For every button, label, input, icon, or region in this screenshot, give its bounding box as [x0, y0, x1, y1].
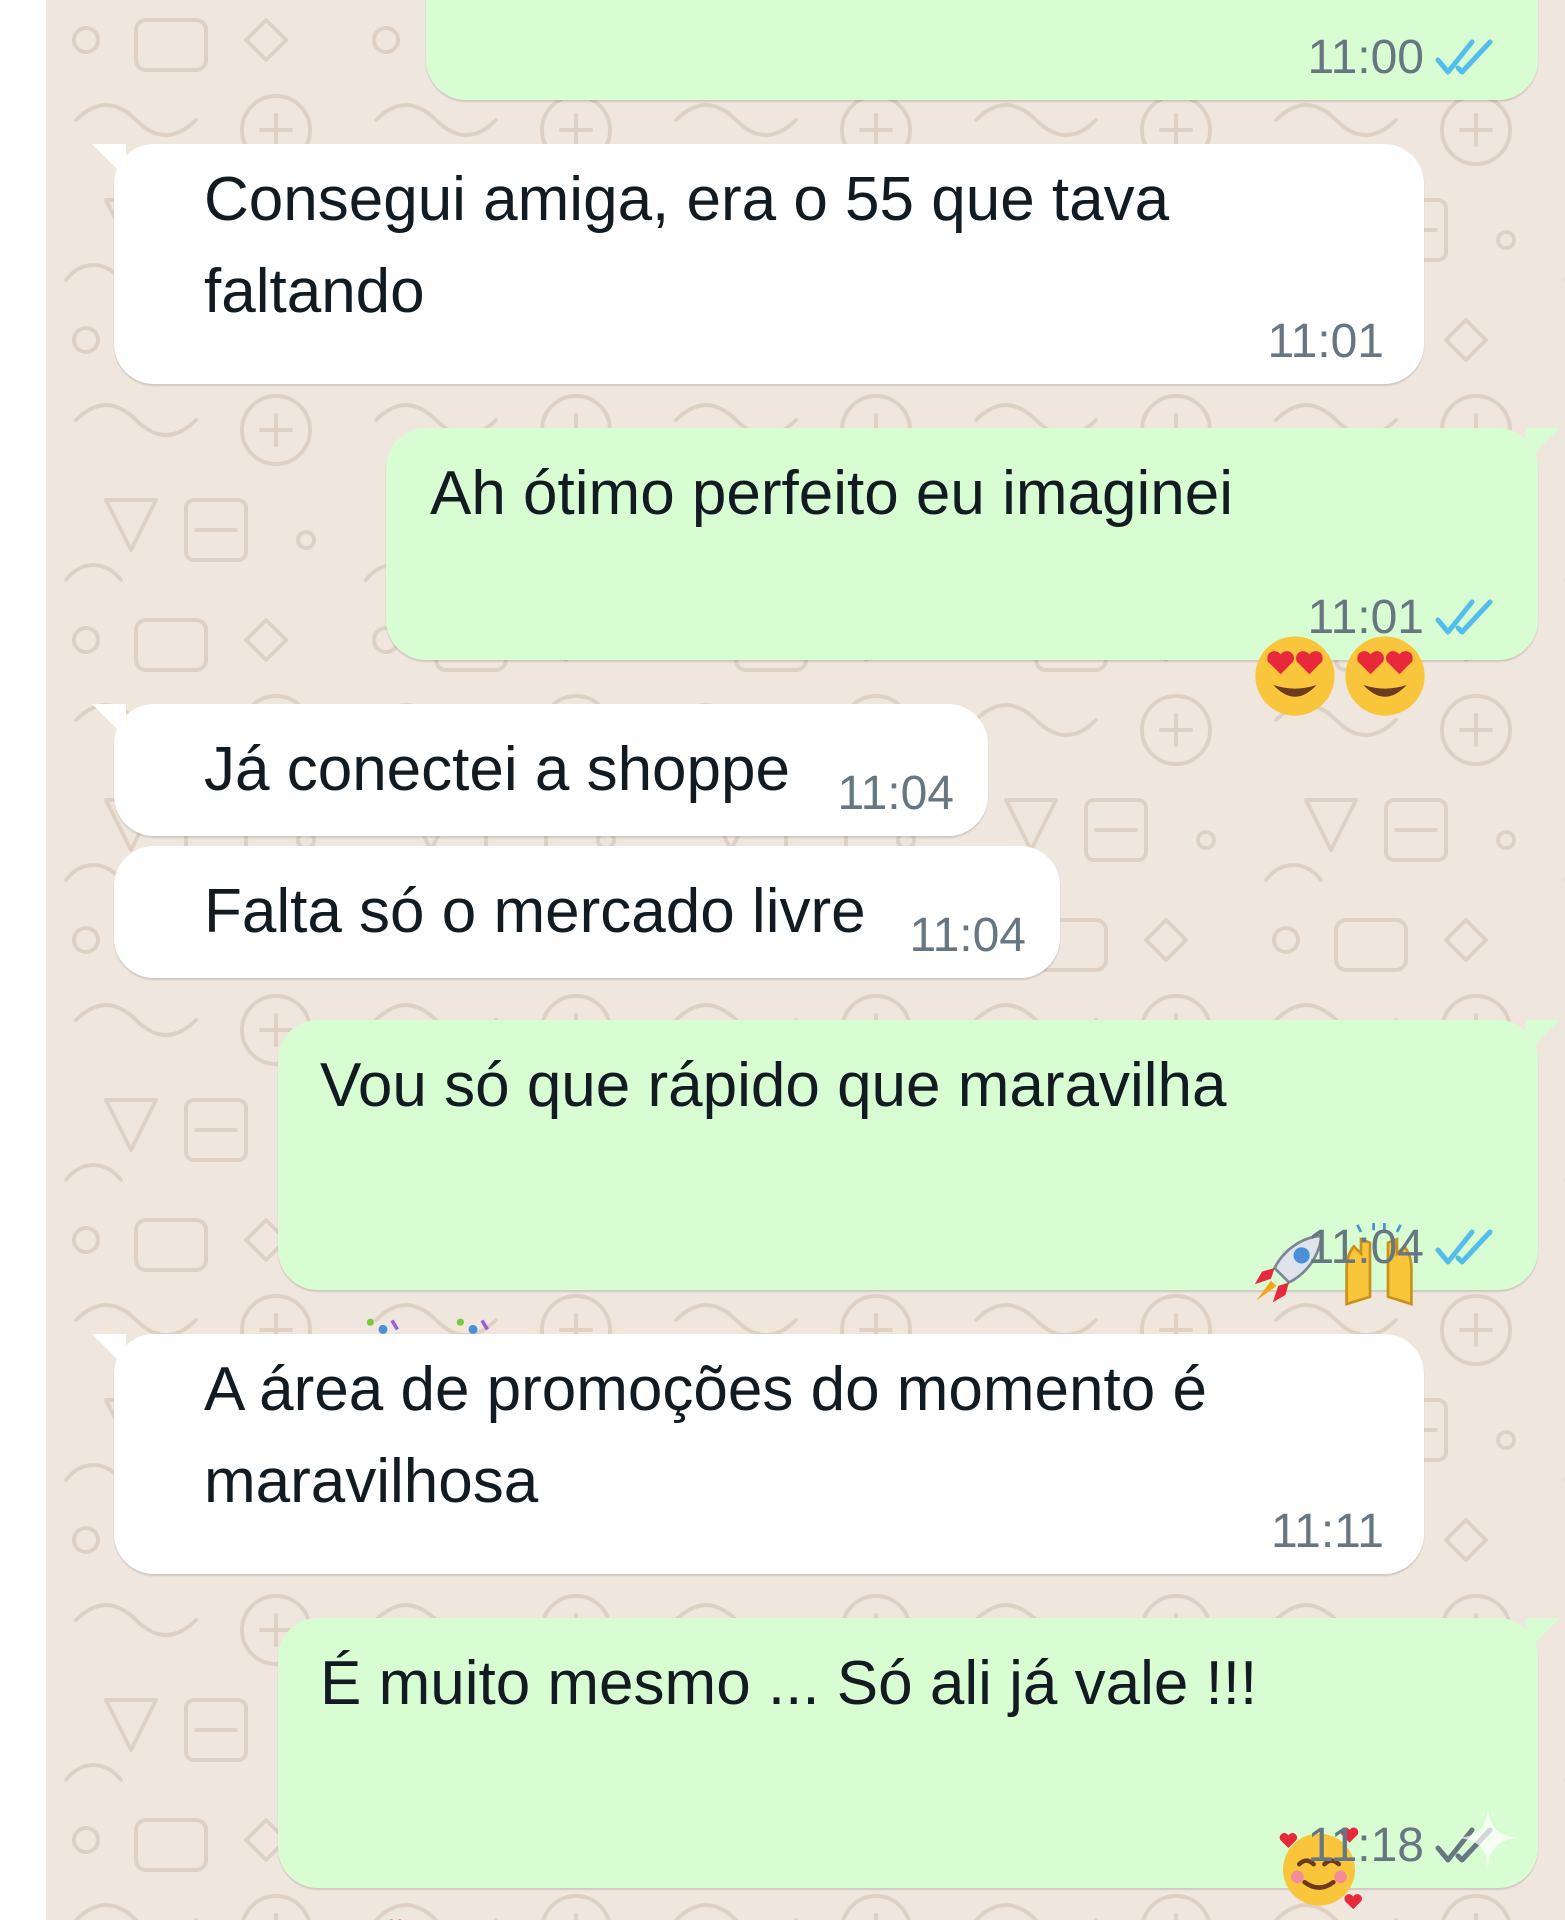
- raising-hands-emoji: [1334, 1039, 1424, 1306]
- message-text: Falta só o mercado livre: [204, 877, 866, 946]
- bubble-tail: [1526, 428, 1560, 462]
- message-bubble-incoming[interactable]: A área de promoções do momento é maravil…: [92, 1334, 1424, 1707]
- message-bubble-outgoing[interactable]: É muito mesmo ... Só ali já vale !!! 11:…: [278, 1618, 1560, 1920]
- party-popper-emoji: [320, 1131, 410, 1398]
- message-time: 11:00: [1307, 31, 1424, 84]
- message-text-line: É muito mesmo ... Só ali já vale !!!: [320, 1637, 1364, 1909]
- smiling-hearts-emoji: [320, 1729, 410, 1920]
- message-text: p: [1026, 0, 1060, 10]
- heart-eyes-emoji: [718, 1435, 808, 1704]
- bubble-tail: [92, 1334, 126, 1368]
- message-meta: 11:01: [1307, 590, 1500, 646]
- message-text-line: Ah ótimo perfeito eu imaginei: [430, 447, 1430, 716]
- party-popper-emoji: [410, 1131, 500, 1398]
- message-time: 11:04: [1307, 1221, 1424, 1274]
- grinning-sweat-emoji: [442, 245, 532, 516]
- message-meta: 11:04: [837, 766, 954, 822]
- heart-eyes-emoji: [1250, 447, 1340, 716]
- rocket-emoji: [1244, 1039, 1334, 1302]
- message-time: 11:11: [1271, 1505, 1384, 1558]
- message-meta: 11:11: [1271, 1504, 1384, 1560]
- bubble-tail: [1526, 1020, 1560, 1054]
- bubble-tail: [92, 704, 126, 738]
- message-bubble-outgoing[interactable]: Vou só que rápido que maravilha 11:04: [278, 1020, 1560, 1398]
- sparkle-icon: [1458, 1808, 1518, 1868]
- message-meta: 11:04: [909, 908, 1026, 964]
- smiling-hearts-emoji: [538, 1435, 628, 1707]
- chat-background: p 11:00 Consegui amiga, era o 55 que tav…: [46, 0, 1565, 1920]
- double-check-read-icon: [1435, 599, 1493, 635]
- message-text-line: Consegui amiga, era o 55 que tava: [204, 165, 1170, 234]
- message-text-line: [320, 1729, 590, 1920]
- message-text-line: [320, 1131, 500, 1398]
- bubble-tail: [1526, 1618, 1560, 1652]
- message-text-line: Vou só que rápido que maravilha: [320, 1039, 1424, 1306]
- heart-eyes-emoji: [1340, 447, 1430, 716]
- message-bubble-outgoing[interactable]: Ah ótimo perfeito eu imaginei 11:01: [386, 428, 1560, 716]
- message-time: 11:04: [837, 767, 954, 820]
- heart-eyes-emoji: [628, 1435, 718, 1704]
- smiling-hearts-emoji: [1274, 1637, 1364, 1909]
- double-check-read-icon: [1435, 39, 1493, 75]
- message-bubble-incoming[interactable]: Falta só o mercado livre 11:04: [114, 846, 1060, 978]
- message-meta: 11:01: [1267, 314, 1384, 370]
- message-time: 11:01: [1307, 591, 1424, 644]
- message-bubble-incoming[interactable]: Já conectei a shoppe 11:04: [92, 704, 988, 836]
- message-text: Já conectei a shoppe: [204, 735, 790, 804]
- message-meta: 11:04: [1307, 1220, 1500, 1276]
- rocket-emoji: [410, 1729, 500, 1819]
- double-check-read-icon: [1435, 1229, 1493, 1265]
- message-bubble-outgoing[interactable]: p 11:00: [426, 0, 1538, 100]
- message-meta: 11:00: [1307, 30, 1500, 86]
- message-text-line: maravilhosa: [204, 1435, 808, 1707]
- bubble-tail: [92, 144, 126, 178]
- message-bubble-incoming[interactable]: Consegui amiga, era o 55 que tava faltan…: [92, 144, 1424, 516]
- message-text-line: A área de promoções do momento é: [204, 1355, 1207, 1424]
- message-time: 11:01: [1267, 315, 1384, 368]
- message-time: 11:18: [1307, 1819, 1424, 1872]
- message-text-line: faltando: [204, 245, 532, 516]
- message-time: 11:04: [909, 909, 1026, 962]
- rocket-emoji: [500, 1729, 590, 1819]
